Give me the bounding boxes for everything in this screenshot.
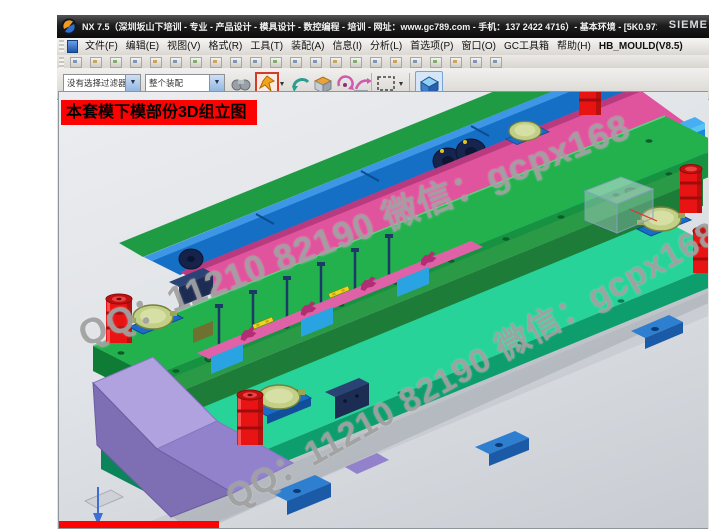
toolbar-icon[interactable] — [490, 57, 502, 68]
toolbar-icon[interactable] — [130, 57, 142, 68]
toolbar-icon[interactable] — [190, 57, 202, 68]
wcs-axis-marker[interactable] — [85, 487, 123, 525]
standard-toolbar — [57, 55, 709, 69]
nx-application-window: NX 7.5（深圳坂山下培训 - 专业 - 产品设计 - 模具设计 - 数控编程… — [57, 15, 709, 529]
graphics-viewport[interactable]: 本套模下模部份3D组立图 QQ：11210 82190 微信：gcpx168 Q… — [58, 91, 708, 529]
toolbar-icon[interactable] — [250, 57, 262, 68]
toolbar-icon[interactable] — [230, 57, 242, 68]
selection-scope-value: 整个装配 — [149, 75, 209, 92]
toolbar-icon[interactable] — [430, 57, 442, 68]
annotation-banner: 本套模下模部份3D组立图 — [61, 100, 257, 125]
menu-bar: 文件(F)编辑(E)视图(V)格式(R)工具(T)装配(A)信息(I)分析(L)… — [57, 38, 709, 56]
toolbar-icon[interactable] — [330, 57, 342, 68]
menu-hb-mould[interactable]: HB_MOULD(V8.5) — [595, 38, 687, 55]
toolbar-icon[interactable] — [410, 57, 422, 68]
menu-preferences[interactable]: 首选项(P) — [406, 38, 457, 55]
toolbar-icon[interactable] — [370, 57, 382, 68]
siemens-brand-text: SIEME — [669, 19, 708, 31]
toolbar-icon[interactable] — [70, 57, 82, 68]
screenshot-root: NX 7.5（深圳坂山下培训 - 专业 - 产品设计 - 模具设计 - 数控编程… — [0, 0, 709, 529]
toolbar-icon[interactable] — [470, 57, 482, 68]
toolbar-icon[interactable] — [210, 57, 222, 68]
title-bar: NX 7.5（深圳坂山下培训 - 专业 - 产品设计 - 模具设计 - 数控编程… — [57, 15, 709, 38]
toolbar-icon[interactable] — [110, 57, 122, 68]
selection-filter-value: 没有选择过滤器 — [67, 75, 125, 92]
toolbar-grip[interactable] — [59, 40, 64, 52]
chevron-down-icon[interactable]: ▼ — [125, 75, 140, 92]
toolbar-icon[interactable] — [270, 57, 282, 68]
nx-swirl-logo-icon — [60, 18, 78, 35]
toolbar-icon[interactable] — [390, 57, 402, 68]
menu-view[interactable]: 视图(V) — [163, 38, 204, 55]
menu-tools[interactable]: 工具(T) — [246, 38, 287, 55]
menu-gc-toolbox[interactable]: GC工具箱 — [500, 38, 553, 55]
toolbar-icon[interactable] — [90, 57, 102, 68]
toolbar-icon[interactable] — [150, 57, 162, 68]
toolbar-icon[interactable] — [290, 57, 302, 68]
menu-information[interactable]: 信息(I) — [328, 38, 365, 55]
menu-help[interactable]: 帮助(H) — [553, 38, 595, 55]
menu-edit[interactable]: 编辑(E) — [122, 38, 163, 55]
menu-file[interactable]: 文件(F) — [81, 38, 122, 55]
toolbar-icon[interactable] — [450, 57, 462, 68]
chevron-down-icon[interactable]: ▼ — [209, 75, 224, 92]
window-title: NX 7.5（深圳坂山下培训 - 专业 - 产品设计 - 模具设计 - 数控编程… — [82, 15, 657, 38]
toolbar-icon[interactable] — [310, 57, 322, 68]
bottom-red-bar — [59, 521, 219, 528]
part-icon — [67, 40, 78, 53]
menu-window[interactable]: 窗口(O) — [458, 38, 500, 55]
toolbar-icon[interactable] — [170, 57, 182, 68]
toolbar-icon[interactable] — [350, 57, 362, 68]
menu-analysis[interactable]: 分析(L) — [366, 38, 406, 55]
menu-assemblies[interactable]: 装配(A) — [287, 38, 328, 55]
menu-format[interactable]: 格式(R) — [204, 38, 246, 55]
